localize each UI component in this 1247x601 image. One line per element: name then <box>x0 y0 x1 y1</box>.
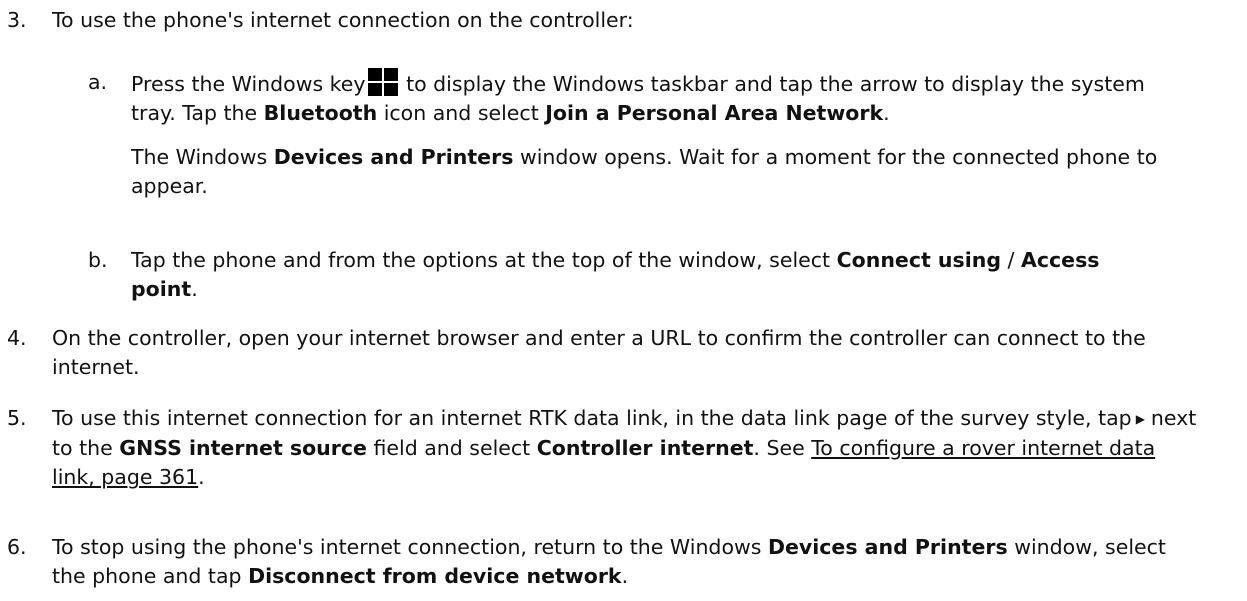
step-3-number: 3. <box>7 8 27 32</box>
step-5-text: To use this internet connection for an i… <box>52 406 1132 430</box>
substep-a-text: icon and select <box>383 101 539 125</box>
step-5-text: . <box>198 465 205 489</box>
step-5-number: 5. <box>7 406 27 430</box>
step-6: 6. To stop using the phone's internet co… <box>0 533 1240 595</box>
substep-a-letter: a. <box>88 70 108 94</box>
substep-b-letter: b. <box>88 248 108 272</box>
gnss-internet-source-term: GNSS internet source <box>119 436 367 460</box>
substep-a-paragraph-2: The Windows Devices and Printers window … <box>131 143 1191 201</box>
substep-a-text: . <box>883 101 890 125</box>
step-5: 5. To use this internet connection for a… <box>0 404 1240 496</box>
step-5-body: To use this internet connection for an i… <box>52 404 1202 492</box>
substep-a: a. Press the Windows key to display the … <box>0 68 1240 228</box>
join-pan-term: Join a Personal Area Network <box>545 101 884 125</box>
step-5-text: . See <box>753 436 805 460</box>
step-4-text: On the controller, open your internet br… <box>52 326 1146 379</box>
step-3: 3. To use the phone's internet connectio… <box>0 6 1240 38</box>
substep-a-text: The Windows <box>131 145 268 169</box>
devices-printers-term: Devices and Printers <box>273 145 514 169</box>
separator: / <box>1007 248 1015 272</box>
substep-a-paragraph-1: Press the Windows key to display the Win… <box>131 68 1191 128</box>
step-6-body: To stop using the phone's internet conne… <box>52 533 1202 591</box>
connect-using-term: Connect using <box>836 248 1002 272</box>
controller-internet-term: Controller internet <box>536 436 754 460</box>
step-6-text: . <box>621 564 629 588</box>
substep-b: b. Tap the phone and from the options at… <box>0 246 1240 308</box>
windows-logo-icon <box>367 68 398 96</box>
substep-a-text: Press the Windows key <box>131 72 366 96</box>
step-4-number: 4. <box>7 326 27 350</box>
substep-a-body: Press the Windows key to display the Win… <box>131 68 1191 201</box>
substep-b-text: . <box>191 277 198 301</box>
substep-b-body: Tap the phone and from the options at th… <box>131 246 1146 304</box>
step-6-text: To stop using the phone's internet conne… <box>52 535 762 559</box>
step-3-text: To use the phone's internet connection o… <box>52 8 634 32</box>
expand-arrow-icon: ▶ <box>1135 412 1145 426</box>
disconnect-term: Disconnect from device network <box>248 564 622 588</box>
step-6-number: 6. <box>7 535 27 559</box>
step-5-text: field and select <box>373 436 531 460</box>
step-4: 4. On the controller, open your internet… <box>0 324 1240 386</box>
devices-printers-term: Devices and Printers <box>767 535 1008 559</box>
bluetooth-term: Bluetooth <box>263 101 378 125</box>
substep-b-text: Tap the phone and from the options at th… <box>131 248 831 272</box>
